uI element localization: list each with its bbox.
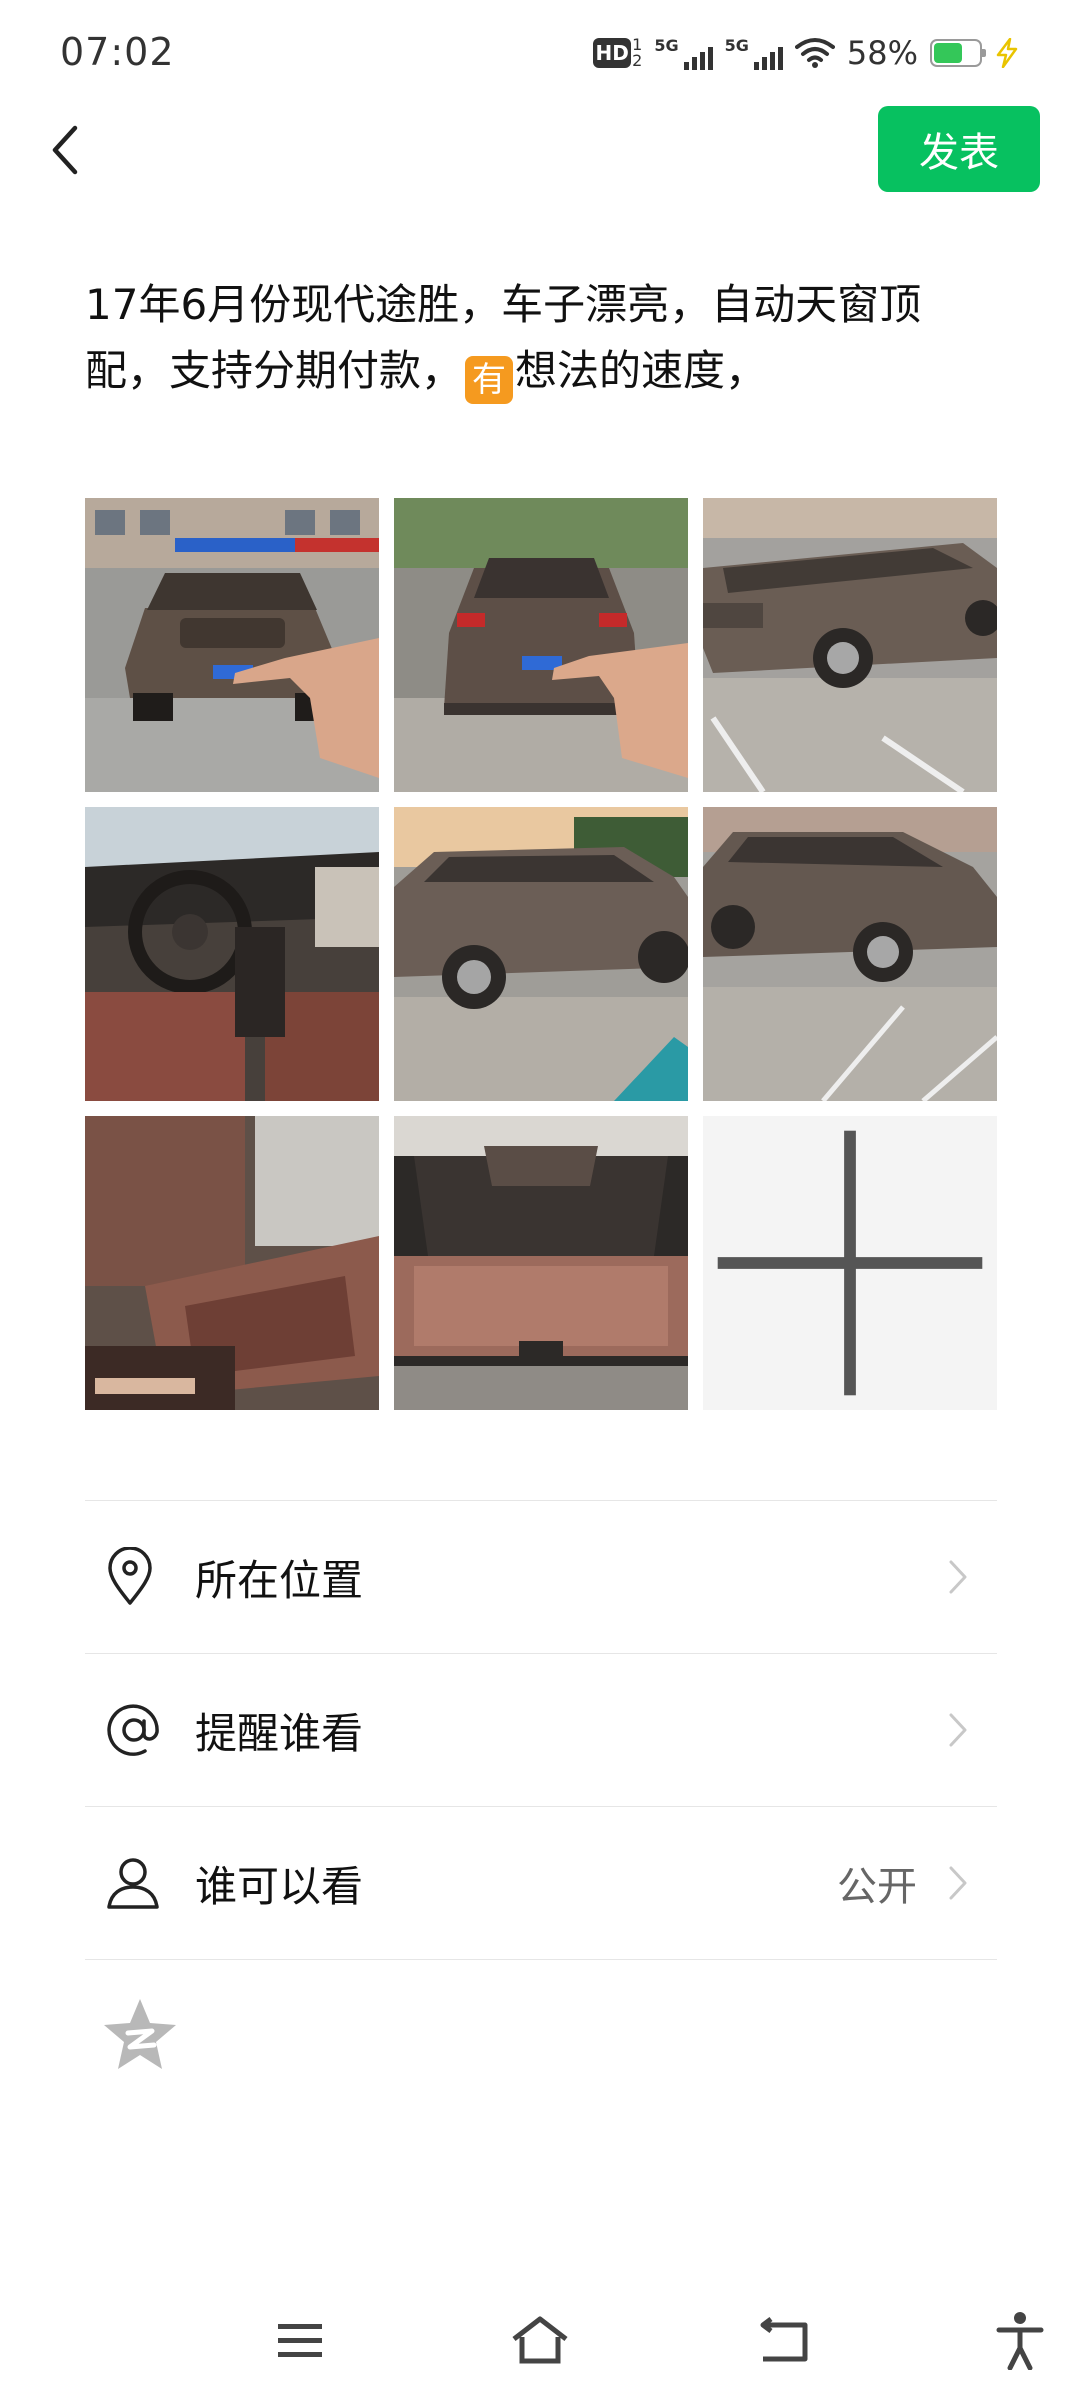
chevron-right-icon <box>949 1713 967 1747</box>
chevron-left-icon <box>52 125 78 175</box>
status-time: 07:02 <box>60 30 175 74</box>
visibility-value: 公开 <box>837 1864 917 1910</box>
photo-thumbnail[interactable] <box>394 1116 688 1410</box>
location-label: 所在位置 <box>195 1555 364 1605</box>
qzone-icon[interactable] <box>100 1995 180 2075</box>
battery-icon <box>930 39 986 67</box>
visibility-label: 谁可以看 <box>195 1861 364 1911</box>
at-icon <box>107 1704 159 1756</box>
visibility-row[interactable]: 谁可以看 公开 <box>85 1806 997 1960</box>
chevron-right-icon <box>949 1866 967 1900</box>
add-photo-button[interactable] <box>703 1116 997 1410</box>
plus-icon <box>717 1130 983 1396</box>
photo-grid <box>85 498 997 1410</box>
emoji-you-icon: 有 <box>465 356 514 404</box>
photo-thumbnail[interactable] <box>703 807 997 1101</box>
back-icon <box>760 2317 808 2362</box>
accessibility-icon <box>996 2312 1044 2370</box>
charging-icon <box>996 38 1018 68</box>
location-pin-icon <box>108 1547 152 1605</box>
person-icon <box>107 1858 159 1909</box>
chevron-right-icon <box>949 1560 967 1594</box>
photo-thumbnail[interactable] <box>85 807 379 1101</box>
wifi-icon <box>794 38 835 68</box>
mention-row[interactable]: 提醒谁看 <box>85 1653 997 1806</box>
hd-icon: HD 1 2 <box>593 37 642 69</box>
back-button[interactable] <box>30 115 100 185</box>
settings-list: 所在位置 提醒谁看 谁可以看 公开 <box>85 1500 997 1960</box>
mention-label: 提醒谁看 <box>195 1708 364 1758</box>
home-button[interactable] <box>500 2300 580 2380</box>
accessibility-button[interactable] <box>980 2300 1060 2380</box>
home-icon <box>512 2316 568 2364</box>
publish-button[interactable]: 发表 <box>878 106 1040 192</box>
nav-back-button[interactable] <box>745 2300 825 2380</box>
photo-thumbnail[interactable] <box>703 498 997 792</box>
photo-thumbnail[interactable] <box>394 498 688 792</box>
photo-thumbnail[interactable] <box>85 1116 379 1410</box>
photo-thumbnail[interactable] <box>85 498 379 792</box>
post-text[interactable]: 17年6月份现代途胜，车子漂亮，自动天窗顶配，支持分期付款，有想法的速度， <box>85 272 1005 404</box>
signal-strength-icon: 5G <box>725 36 783 70</box>
battery-percent: 58% <box>846 34 918 72</box>
signal-strength-icon: 5G <box>654 36 713 70</box>
menu-icon <box>278 2324 322 2357</box>
menu-button[interactable] <box>260 2300 340 2380</box>
status-icons: HD 1 2 5G 5G 58% <box>593 30 1020 76</box>
location-row[interactable]: 所在位置 <box>85 1500 997 1653</box>
system-nav-bar <box>0 2290 1080 2400</box>
status-bar: 07:02 HD 1 2 5G 5G 58% <box>0 0 1080 110</box>
photo-thumbnail[interactable] <box>394 807 688 1101</box>
